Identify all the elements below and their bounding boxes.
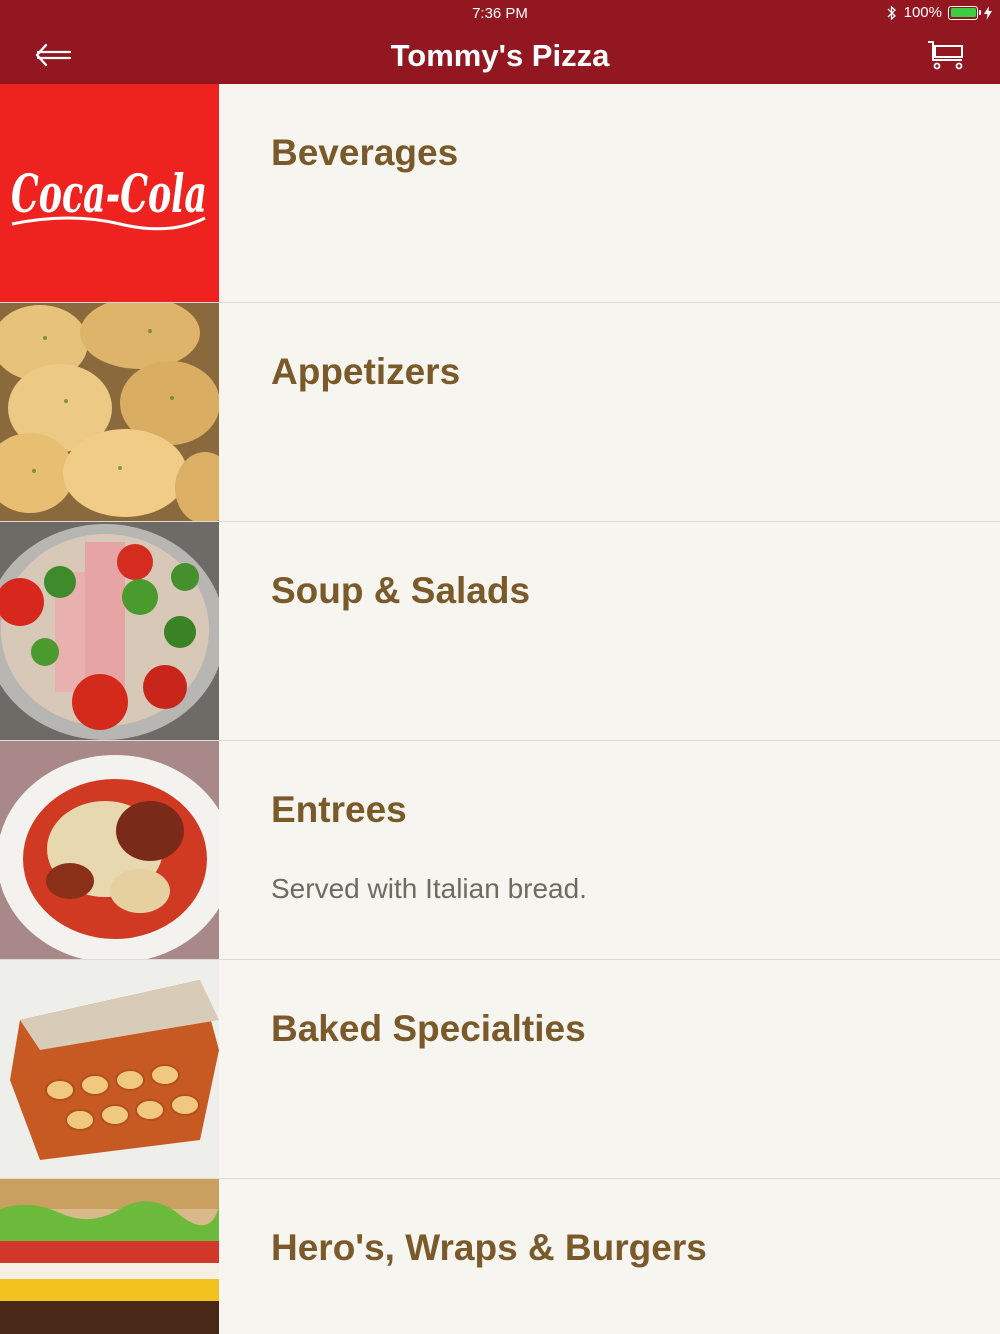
page-title: Tommy's Pizza xyxy=(390,38,610,73)
battery-percent: 100% xyxy=(903,4,942,21)
category-description: Served with Italian bread. xyxy=(271,873,587,904)
category-title: Soup & Salads xyxy=(271,570,531,611)
category-title: Appetizers xyxy=(271,351,461,392)
bluetooth-icon xyxy=(886,5,898,21)
parmigiana-plate-image xyxy=(0,741,219,959)
category-title: Beverages xyxy=(271,132,459,173)
svg-text:Coca-Cola: Coca-Cola xyxy=(11,164,207,225)
cart-button[interactable] xyxy=(926,38,966,72)
garlic-knots-image xyxy=(0,303,219,521)
menu-row-baked-specialties[interactable]: Baked Specialties xyxy=(0,960,1000,1179)
category-title: Hero's, Wraps & Burgers xyxy=(271,1227,707,1268)
status-bar: 7:36 PM 100% xyxy=(0,0,1000,26)
category-title: Entrees xyxy=(271,789,407,830)
cart-icon xyxy=(928,41,963,70)
menu-row-beverages[interactable]: Coca-Cola Beverages xyxy=(0,84,1000,303)
menu-category-list: Coca-Cola Beverages Appetizers Soup & Sa… xyxy=(0,84,1000,1334)
baked-ziti-image xyxy=(0,960,219,1178)
burger-image xyxy=(0,1179,219,1334)
charging-icon xyxy=(984,5,992,20)
status-time: 7:36 PM xyxy=(472,5,528,22)
menu-row-entrees[interactable]: Entrees Served with Italian bread. xyxy=(0,741,1000,960)
menu-row-heros-wraps-burgers[interactable]: Hero's, Wraps & Burgers xyxy=(0,1179,1000,1334)
category-title: Baked Specialties xyxy=(271,1008,586,1049)
menu-row-appetizers[interactable]: Appetizers xyxy=(0,303,1000,522)
coca-cola-logo-image: Coca-Cola xyxy=(0,84,219,302)
battery-icon xyxy=(948,5,981,20)
status-indicators: 100% xyxy=(886,4,992,21)
antipasto-salad-image xyxy=(0,522,219,740)
menu-row-soup-salads[interactable]: Soup & Salads xyxy=(0,522,1000,741)
nav-bar: Tommy's Pizza xyxy=(0,26,1000,84)
